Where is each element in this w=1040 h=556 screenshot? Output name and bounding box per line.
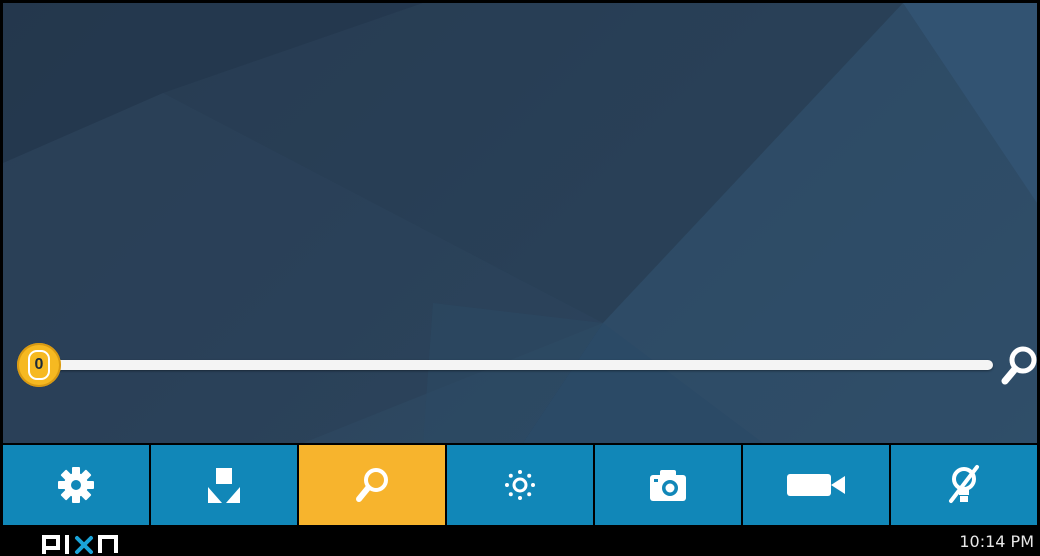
zoom-slider[interactable]: 0 xyxy=(17,343,1037,391)
app-window: 0 10:14 PM xyxy=(0,0,1040,556)
pixa-logo xyxy=(42,535,118,554)
photo-capture-button[interactable] xyxy=(595,445,741,525)
status-bar: 10:14 PM xyxy=(0,527,1040,556)
zoom-value-label: 0 xyxy=(28,350,50,380)
download-button[interactable] xyxy=(151,445,297,525)
download-icon xyxy=(208,468,240,503)
zoom-slider-track[interactable] xyxy=(47,360,993,370)
camera-icon xyxy=(650,470,686,501)
light-toggle-button[interactable] xyxy=(891,445,1037,525)
zoom-slider-thumb[interactable]: 0 xyxy=(17,343,61,387)
gear-icon xyxy=(58,467,94,503)
light-off-icon xyxy=(949,465,979,503)
zoom-magnifier-icon xyxy=(1001,346,1037,385)
brightness-icon xyxy=(505,470,535,500)
settings-button[interactable] xyxy=(3,445,149,525)
brightness-button[interactable] xyxy=(447,445,593,525)
bottom-toolbar xyxy=(3,445,1037,525)
zoom-button[interactable] xyxy=(299,445,445,525)
zoom-icon xyxy=(356,468,388,502)
video-camera-icon xyxy=(787,474,845,496)
video-record-button[interactable] xyxy=(743,445,889,525)
clock: 10:14 PM xyxy=(959,532,1034,551)
camera-viewport: 0 xyxy=(3,3,1037,443)
